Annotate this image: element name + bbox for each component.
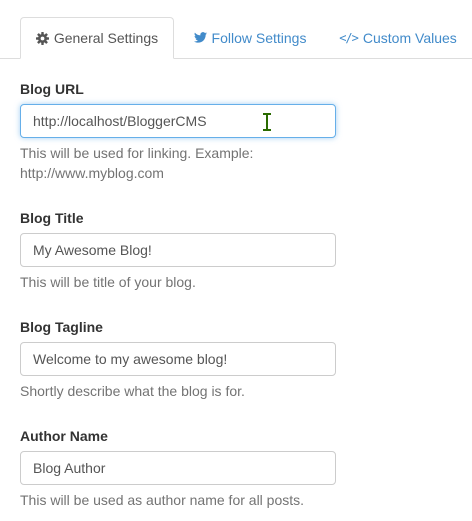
tab-follow-settings-label: Follow Settings (211, 29, 307, 46)
text-cursor-icon (263, 113, 271, 131)
code-icon: </> (339, 30, 359, 45)
blog-tagline-label: Blog Tagline (20, 319, 103, 335)
gear-icon (35, 31, 49, 45)
blog-title-help: This will be title of your blog. (20, 274, 196, 290)
blog-tagline-help: Shortly describe what the blog is for. (20, 383, 245, 399)
author-name-help: This will be used as author name for all… (20, 492, 305, 508)
blog-url-label: Blog URL (20, 81, 84, 97)
twitter-icon (193, 32, 207, 43)
blog-title-label: Blog Title (20, 210, 84, 226)
blog-url-help: This will be used for linking. Example: … (20, 145, 254, 181)
settings-tabs: General Settings Follow Settings </> Cus… (0, 0, 472, 59)
tab-custom-values-label: Custom Values (362, 29, 457, 46)
blog-title-input[interactable] (20, 233, 336, 267)
tab-general-settings[interactable]: General Settings (20, 17, 174, 59)
tab-general-settings-label: General Settings (53, 30, 159, 46)
blog-tagline-input[interactable] (20, 342, 336, 376)
blog-url-input[interactable] (20, 104, 336, 138)
author-name-input[interactable] (20, 451, 336, 485)
tab-custom-values[interactable]: </> Custom Values (328, 17, 468, 58)
tab-follow-settings[interactable]: Follow Settings (182, 17, 318, 58)
author-name-label: Author Name (20, 428, 108, 444)
